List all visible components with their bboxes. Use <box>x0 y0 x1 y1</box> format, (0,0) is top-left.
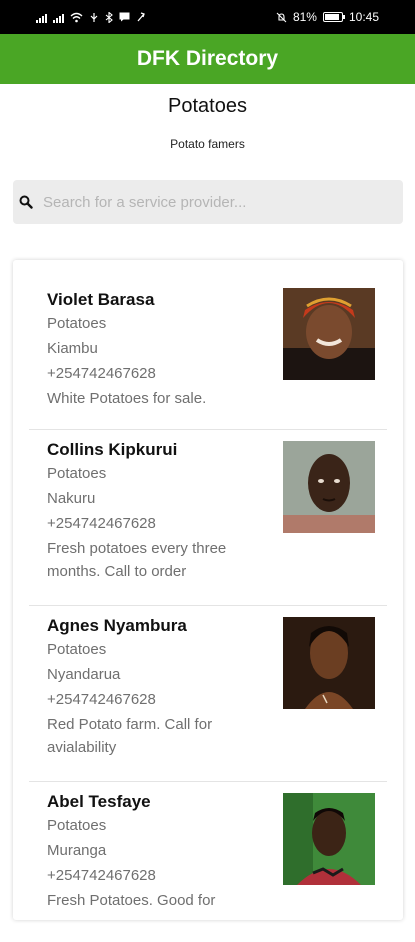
provider-category: Potatoes <box>47 641 107 658</box>
provider-category: Potatoes <box>47 315 107 332</box>
provider-name: Abel Tesfaye <box>47 792 151 811</box>
status-icons-right: 81% 10:45 <box>276 10 379 24</box>
bluetooth-icon <box>105 11 113 23</box>
provider-name: Violet Barasa <box>47 290 155 309</box>
avatar <box>283 288 375 380</box>
app-bar: DFK Directory <box>0 34 415 84</box>
notification-icon <box>137 11 145 21</box>
app-title: DFK Directory <box>136 47 279 70</box>
provider-info: Collins Kipkurui Potatoes Nakuru +254742… <box>47 430 267 583</box>
provider-category: Potatoes <box>47 465 107 482</box>
provider-description: Red Potato farm. Call for avialability <box>47 716 213 756</box>
battery-percent: 81% <box>292 10 317 24</box>
provider-name: Collins Kipkurui <box>47 440 178 459</box>
battery-icon <box>322 12 345 22</box>
provider-info: Abel Tesfaye Potatoes Muranga +254742467… <box>47 782 267 912</box>
wifi-icon <box>70 12 83 22</box>
list-item[interactable]: Collins Kipkurui Potatoes Nakuru +254742… <box>29 430 387 606</box>
mute-icon <box>276 12 287 22</box>
provider-description: White Potatoes for sale. <box>47 390 207 407</box>
status-bar: 81% 10:45 <box>0 0 415 34</box>
provider-description: Fresh Potatoes. Good for <box>47 892 216 909</box>
search-bar[interactable] <box>13 180 403 224</box>
provider-location: Kiambu <box>47 340 98 357</box>
list-item[interactable]: Violet Barasa Potatoes Kiambu +254742467… <box>29 264 387 430</box>
provider-list: Violet Barasa Potatoes Kiambu +254742467… <box>13 260 403 920</box>
signal-2-icon <box>53 12 64 23</box>
status-icons-left <box>36 11 146 23</box>
list-item[interactable]: Abel Tesfaye Potatoes Muranga +254742467… <box>29 782 387 942</box>
provider-phone: +254742467628 <box>47 691 156 708</box>
avatar <box>283 793 375 885</box>
list-item[interactable]: Agnes Nyambura Potatoes Nyandarua +25474… <box>29 606 387 782</box>
provider-phone: +254742467628 <box>47 867 156 884</box>
provider-phone: +254742467628 <box>47 365 156 382</box>
message-icon <box>119 12 130 22</box>
page-subtitle: Potato famers <box>170 137 245 151</box>
provider-location: Nakuru <box>47 490 96 507</box>
signal-icon <box>36 12 47 23</box>
search-icon <box>19 194 35 210</box>
provider-location: Nyandarua <box>47 666 121 683</box>
avatar <box>283 441 375 533</box>
provider-description: Fresh potatoes every three months. Call … <box>47 540 227 580</box>
provider-category: Potatoes <box>47 817 107 834</box>
usb-icon <box>90 12 98 22</box>
provider-info: Agnes Nyambura Potatoes Nyandarua +25474… <box>47 606 267 759</box>
provider-info: Violet Barasa Potatoes Kiambu +254742467… <box>47 264 267 411</box>
search-input[interactable] <box>41 192 403 212</box>
clock: 10:45 <box>348 10 379 24</box>
provider-phone: +254742467628 <box>47 515 156 532</box>
avatar <box>283 617 375 709</box>
provider-name: Agnes Nyambura <box>47 616 187 635</box>
page-title: Potatoes <box>168 95 247 117</box>
provider-location: Muranga <box>47 842 107 859</box>
